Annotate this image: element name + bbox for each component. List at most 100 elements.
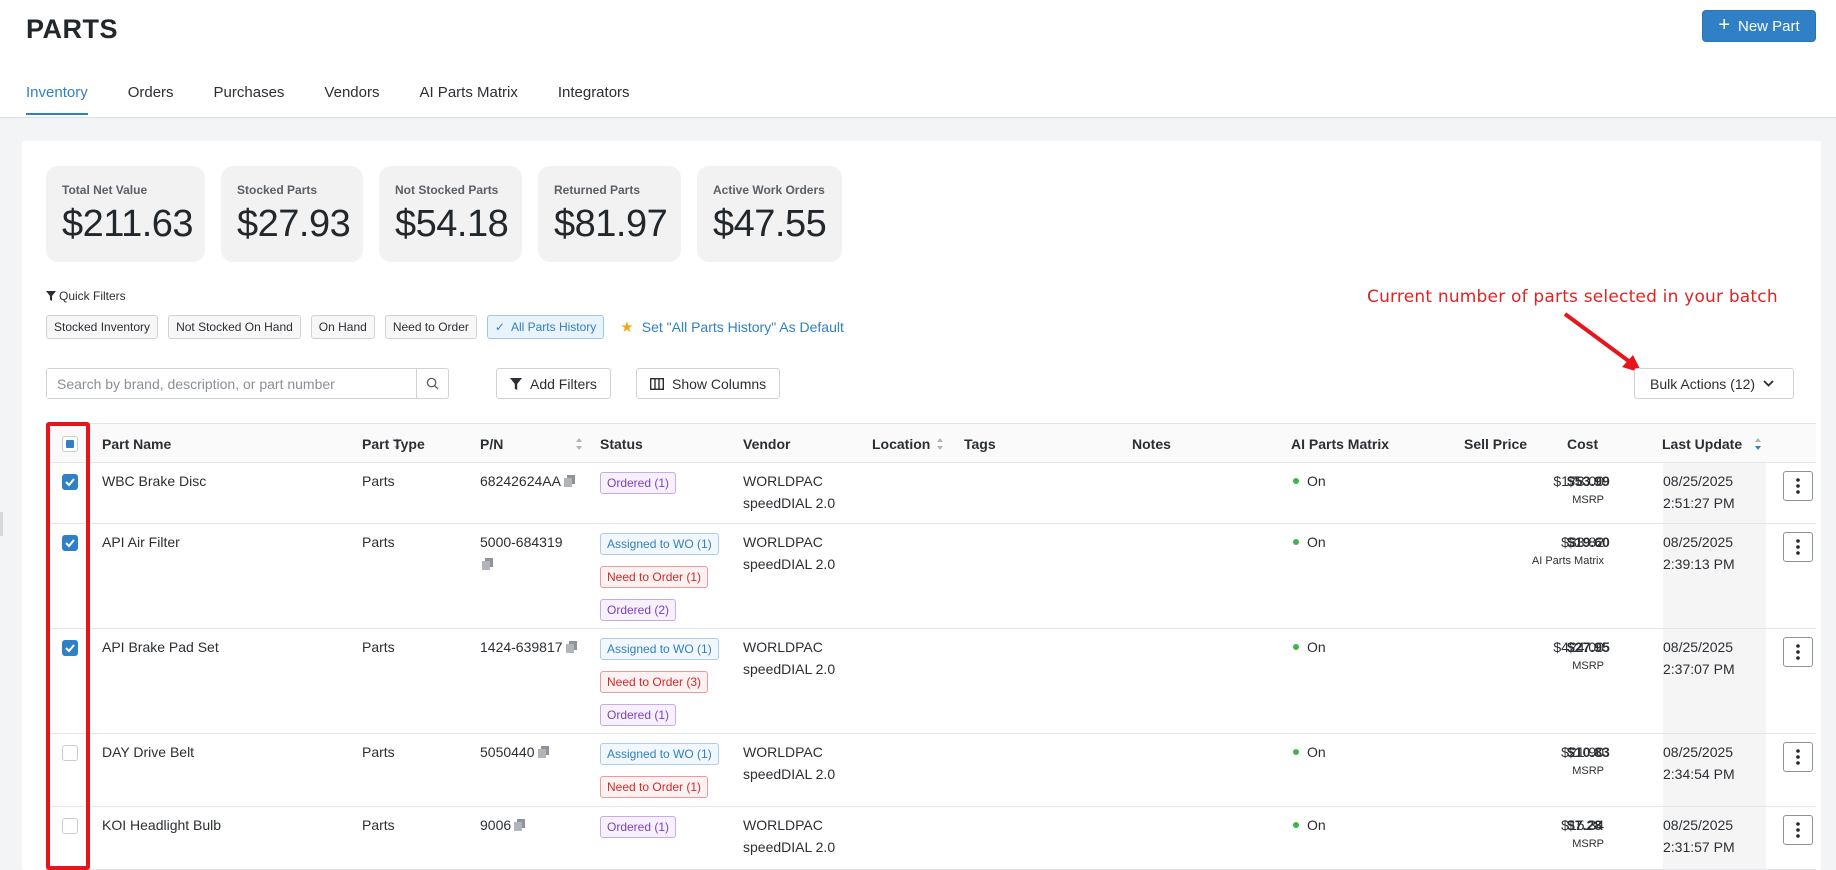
ai-matrix-text: On xyxy=(1307,744,1326,760)
part-name[interactable]: API Air Filter xyxy=(102,531,180,553)
stat-value: $47.55 xyxy=(713,203,827,245)
stat-label: Stocked Parts xyxy=(237,183,318,197)
search-input[interactable] xyxy=(47,369,416,398)
col-notes[interactable]: Notes xyxy=(1132,436,1171,452)
table-header: Part Name Part Type P/N Status Vendor Lo… xyxy=(46,423,1816,463)
table-row[interactable]: WBC Brake Disc Parts 68242624AA Ordered … xyxy=(46,463,1816,524)
top-header: PARTS + New Part Inventory Orders Purcha… xyxy=(0,0,1836,118)
col-last-update[interactable]: Last Update xyxy=(1662,436,1742,452)
table-row[interactable]: API Brake Pad Set Parts 1424-639817 Assi… xyxy=(46,629,1816,734)
col-pn[interactable]: P/N xyxy=(480,436,503,452)
time: 2:37:07 PM xyxy=(1663,661,1735,677)
sort-icon[interactable] xyxy=(936,436,944,452)
more-vertical-icon xyxy=(1796,539,1800,555)
col-part-name[interactable]: Part Name xyxy=(102,436,171,452)
stat-label: Total Net Value xyxy=(62,183,148,197)
cost: $27.95 xyxy=(1567,639,1610,655)
pn-text: 9006 xyxy=(480,817,512,833)
col-part-type[interactable]: Part Type xyxy=(362,436,425,452)
part-number: 9006 xyxy=(480,814,526,836)
sort-icon[interactable] xyxy=(575,436,583,452)
col-cost[interactable]: Cost xyxy=(1567,436,1598,452)
add-filters-button[interactable]: Add Filters xyxy=(496,368,611,399)
part-number: 5000-684319 xyxy=(480,531,563,575)
col-ai-parts-matrix[interactable]: AI Parts Matrix xyxy=(1291,436,1389,452)
chip-stocked-inventory[interactable]: Stocked Inventory xyxy=(46,315,159,339)
copy-icon[interactable] xyxy=(482,558,494,570)
inventory-panel: Total Net Value $211.63 Stocked Parts $2… xyxy=(22,141,1821,870)
sell-source: MSRP xyxy=(1572,765,1604,777)
quick-filter-chips: Stocked Inventory Not Stocked On Hand On… xyxy=(46,315,844,339)
status-badges: Assigned to WO (1) Need to Order (3) Ord… xyxy=(600,637,730,736)
tab-integrators[interactable]: Integrators xyxy=(558,84,630,115)
col-vendor[interactable]: Vendor xyxy=(743,436,790,452)
row-menu-button[interactable] xyxy=(1783,471,1813,501)
part-name[interactable]: WBC Brake Disc xyxy=(102,470,206,492)
show-columns-button[interactable]: Show Columns xyxy=(636,368,781,399)
side-drawer-handle[interactable] xyxy=(0,512,3,536)
stat-cards: Total Net Value $211.63 Stocked Parts $2… xyxy=(46,166,842,262)
vendor-catalog: speedDIAL 2.0 xyxy=(743,556,836,572)
copy-icon[interactable] xyxy=(563,475,576,487)
table-row[interactable]: API Air Filter Parts 5000-684319 Assigne… xyxy=(46,524,1816,629)
new-part-button[interactable]: + New Part xyxy=(1702,10,1816,42)
row-menu-button[interactable] xyxy=(1783,637,1813,667)
more-vertical-icon xyxy=(1796,822,1800,838)
on-dot-icon xyxy=(1293,749,1299,755)
tab-orders[interactable]: Orders xyxy=(128,84,174,115)
set-default-label: Set "All Parts History" As Default xyxy=(641,319,844,335)
copy-icon[interactable] xyxy=(514,819,526,831)
search-button[interactable] xyxy=(416,369,448,398)
stat-value: $54.18 xyxy=(395,203,509,245)
chip-need-to-order[interactable]: Need to Order xyxy=(384,315,477,339)
col-tags[interactable]: Tags xyxy=(964,436,996,452)
stat-value: $211.63 xyxy=(62,203,194,245)
vendor: WORLDPAC speedDIAL 2.0 xyxy=(743,741,835,785)
status-badges: Ordered (1) xyxy=(600,471,677,504)
part-name[interactable]: DAY Drive Belt xyxy=(102,741,194,763)
sort-desc-icon[interactable] xyxy=(1754,436,1762,452)
cost: $7.28 xyxy=(1567,817,1603,833)
part-name[interactable]: API Brake Pad Set xyxy=(102,636,219,658)
chip-all-parts-history[interactable]: ✓ All Parts History xyxy=(486,315,605,339)
tab-purchases[interactable]: Purchases xyxy=(214,84,285,115)
tab-vendors[interactable]: Vendors xyxy=(324,84,379,115)
search-icon xyxy=(426,377,439,390)
col-status[interactable]: Status xyxy=(600,436,643,452)
part-name[interactable]: KOI Headlight Bulb xyxy=(102,814,221,836)
cost: $53.99 xyxy=(1567,473,1610,489)
set-default-link[interactable]: ★ Set "All Parts History" As Default xyxy=(620,318,844,336)
cost: $19.60 xyxy=(1567,534,1610,550)
on-dot-icon xyxy=(1293,644,1299,650)
vendor-name: WORLDPAC xyxy=(743,473,823,489)
ai-matrix-text: On xyxy=(1307,639,1326,655)
ai-matrix-status: On xyxy=(1293,636,1326,658)
pn-text: 68242624AA xyxy=(480,473,561,489)
on-dot-icon xyxy=(1293,822,1299,828)
bulk-actions-dropdown[interactable]: Bulk Actions (12) xyxy=(1634,368,1794,399)
tab-inventory[interactable]: Inventory xyxy=(26,84,88,115)
col-sell-price[interactable]: Sell Price xyxy=(1464,436,1527,452)
stat-value: $27.93 xyxy=(237,203,351,245)
chip-on-hand[interactable]: On Hand xyxy=(310,315,375,339)
row-menu-button[interactable] xyxy=(1783,815,1813,845)
row-menu-button[interactable] xyxy=(1783,742,1813,772)
stat-card-active-work-orders: Active Work Orders $47.55 xyxy=(697,166,842,262)
tab-ai-parts-matrix[interactable]: AI Parts Matrix xyxy=(419,84,517,115)
col-location[interactable]: Location xyxy=(872,436,930,452)
ai-matrix-status: On xyxy=(1293,741,1326,763)
star-icon: ★ xyxy=(620,319,634,336)
vendor: WORLDPAC speedDIAL 2.0 xyxy=(743,636,835,680)
table-row[interactable]: KOI Headlight Bulb Parts 9006 Ordered (1… xyxy=(46,807,1816,870)
part-type: Parts xyxy=(362,473,395,489)
status-badges: Assigned to WO (1) Need to Order (1) xyxy=(600,742,730,808)
chip-not-stocked-on-hand[interactable]: Not Stocked On Hand xyxy=(168,315,301,339)
pn-text: 5000-684319 xyxy=(480,534,563,550)
copy-icon[interactable] xyxy=(565,641,578,653)
row-menu-button[interactable] xyxy=(1783,532,1813,562)
vendor-name: WORLDPAC xyxy=(743,817,823,833)
copy-icon[interactable] xyxy=(537,746,550,758)
table-row[interactable]: DAY Drive Belt Parts 5050440 Assigned to… xyxy=(46,734,1816,807)
status-badge: Ordered (2) xyxy=(600,599,677,621)
part-type: Parts xyxy=(362,639,395,655)
